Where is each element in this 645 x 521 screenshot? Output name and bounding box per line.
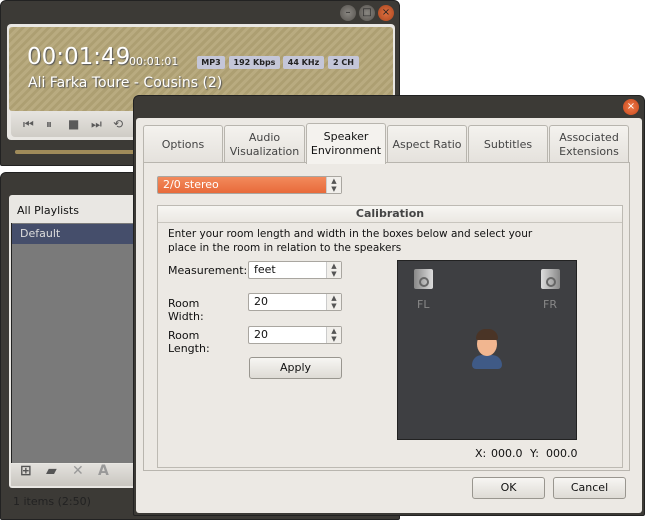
track-title: Ali Farka Toure - Cousins (2) <box>28 75 223 91</box>
listener-icon[interactable] <box>471 329 503 369</box>
ok-button[interactable]: OK <box>472 477 545 499</box>
speaker-mode-select[interactable]: 2/0 stereo ▲ ▼ <box>157 176 342 194</box>
maximize-button[interactable]: □ <box>359 5 375 21</box>
measurement-select[interactable]: feet ▲ ▼ <box>248 261 342 279</box>
close-button[interactable]: × <box>378 5 394 21</box>
tab-audio-visualization[interactable]: Audio Visualization <box>224 125 305 163</box>
remove-icon[interactable]: ✕ <box>72 463 84 479</box>
calibration-instructions: Enter your room length and width in the … <box>168 228 533 254</box>
apply-button[interactable]: Apply <box>249 357 342 379</box>
room-width-input[interactable]: 20 ▲ ▼ <box>248 293 342 311</box>
room-map[interactable]: FL FR <box>397 260 577 440</box>
updown-icon: ▲ ▼ <box>326 262 341 278</box>
tab-speaker-environment[interactable]: Speaker Environment <box>306 123 386 164</box>
cancel-button[interactable]: Cancel <box>553 477 626 499</box>
tab-aspect-ratio[interactable]: Aspect Ratio <box>387 125 467 163</box>
previous-icon[interactable]: ⏮ <box>23 117 34 132</box>
x-label: X: <box>475 447 487 460</box>
open-folder-icon[interactable]: ▰ <box>46 463 57 479</box>
repeat-icon[interactable]: ⟲ <box>113 117 123 131</box>
tab-subtitles[interactable]: Subtitles <box>468 125 548 163</box>
measurement-label: Measurement: <box>168 264 248 277</box>
speaker-fr-label: FR <box>543 298 557 311</box>
stop-icon[interactable]: ■ <box>68 117 79 131</box>
bitrate-badge: 192 Kbps <box>229 56 280 69</box>
minimize-button[interactable]: – <box>340 5 356 21</box>
spinner-icon[interactable]: ▲ ▼ <box>326 294 341 310</box>
spinner-icon[interactable]: ▲ ▼ <box>326 327 341 343</box>
speaker-fl-label: FL <box>417 298 430 311</box>
updown-icon: ▲ ▼ <box>326 177 341 193</box>
rename-icon[interactable]: A <box>98 463 109 479</box>
add-file-icon[interactable]: ⊞ <box>20 463 32 479</box>
dialog-close-button[interactable]: × <box>623 99 639 115</box>
room-length-input[interactable]: 20 ▲ ▼ <box>248 326 342 344</box>
channels-badge: 2 CH <box>328 56 359 69</box>
y-value: 000.0 <box>546 447 578 460</box>
samplerate-badge: 44 KHz <box>283 56 324 69</box>
speaker-icon <box>414 269 433 289</box>
x-value: 000.0 <box>491 447 523 460</box>
room-length-label: Room Length: <box>168 329 210 355</box>
calibration-title: Calibration <box>158 206 622 223</box>
elapsed-time: 00:01:49 <box>27 44 131 70</box>
format-badge: MP3 <box>197 56 225 69</box>
pause-icon[interactable]: ⏸ <box>46 117 52 132</box>
remaining-time: 00:01:01 <box>129 55 179 68</box>
tab-associated-extensions[interactable]: Associated Extensions <box>549 125 629 163</box>
next-icon[interactable]: ⏭ <box>91 117 102 132</box>
speaker-icon <box>541 269 560 289</box>
tab-options[interactable]: Options <box>143 125 223 163</box>
room-width-label: Room Width: <box>168 297 204 323</box>
status-text: 1 items (2:50) <box>13 495 91 508</box>
y-label: Y: <box>530 447 539 460</box>
speaker-mode-value: 2/0 stereo <box>163 178 219 191</box>
playlist-header: All Playlists <box>17 204 79 217</box>
